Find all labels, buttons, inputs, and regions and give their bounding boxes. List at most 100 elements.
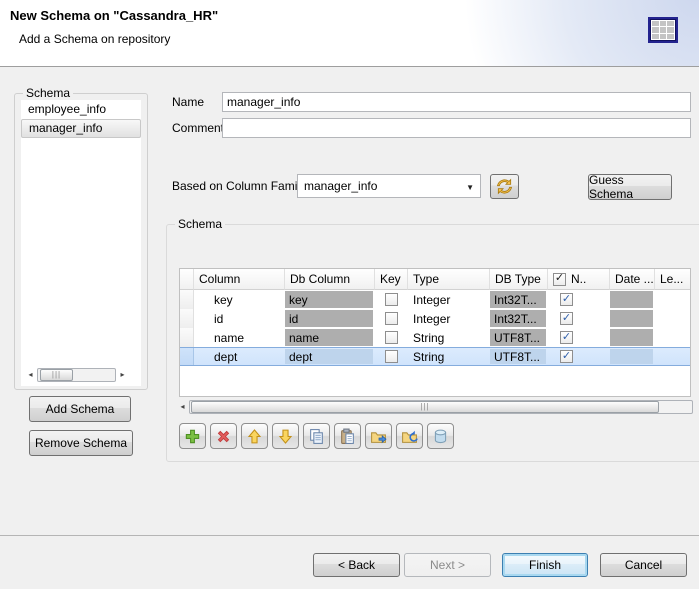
cancel-button[interactable]: Cancel [600,553,687,577]
row-header-cell[interactable] [180,309,194,328]
comment-label: Comment [172,118,224,138]
type-cell[interactable]: String [408,348,490,365]
table-row[interactable]: namename StringUTF8T... [180,328,690,347]
refresh-column-families-button[interactable] [490,174,519,199]
nullable-cell[interactable] [548,348,610,365]
nullable-checkbox[interactable] [560,350,573,363]
row-header-cell[interactable] [180,348,194,365]
length-cell[interactable] [655,348,691,365]
wizard-header: New Schema on "Cassandra_HR" Add a Schem… [0,0,699,67]
column-name-cell[interactable]: name [194,328,285,347]
db-type-cell[interactable]: UTF8T... [490,348,548,365]
nullable-checkbox[interactable] [560,331,573,344]
column-header-label: N.. [571,272,586,286]
db-type-cell[interactable]: Int32T... [490,290,548,309]
scroll-thumb[interactable]: ||| [191,401,659,413]
column-name-cell[interactable]: id [194,309,285,328]
next-button: Next > [404,553,491,577]
table-hscrollbar[interactable]: ◂ ||| [176,399,693,414]
add-column-button[interactable] [179,423,206,449]
add-schema-button[interactable]: Add Schema [29,396,131,422]
finish-button[interactable]: Finish [502,553,588,577]
column-header[interactable]: Date ... [610,269,655,290]
remove-column-icon [215,428,232,445]
key-cell[interactable] [375,309,408,328]
db-column-cell[interactable]: name [285,328,375,347]
column-header-label: DB Type [495,272,541,286]
db-column-cell[interactable]: id [285,309,375,328]
type-cell[interactable]: Integer [408,309,490,328]
schema-list-hscrollbar[interactable]: ◂ ||| ▸ [24,367,129,382]
nullable-checkbox[interactable] [560,293,573,306]
schema-list-item[interactable]: employee_info [21,100,141,119]
paste-button[interactable] [334,423,361,449]
length-cell[interactable] [655,290,691,309]
column-header[interactable]: Type [408,269,490,290]
date-pattern-cell[interactable] [610,290,655,309]
date-pattern-cell[interactable] [610,309,655,328]
import-schema-button[interactable] [396,423,423,449]
remove-schema-button[interactable]: Remove Schema [29,430,133,456]
column-family-select[interactable]: manager_info ▼ [297,174,481,198]
nullable-cell[interactable] [548,290,610,309]
type-cell[interactable]: Integer [408,290,490,309]
key-checkbox[interactable] [385,293,398,306]
select-all-nullable-checkbox[interactable] [553,273,566,286]
comment-field[interactable] [222,118,691,138]
nullable-cell[interactable] [548,309,610,328]
name-field[interactable] [222,92,691,112]
column-family-value: manager_info [304,179,377,193]
nullable-cell[interactable] [548,328,610,347]
db-column-cell[interactable]: dept [285,348,375,365]
page-subtitle: Add a Schema on repository [19,32,170,46]
key-checkbox[interactable] [385,312,398,325]
column-header[interactable]: Db Column [285,269,375,290]
name-label: Name [172,92,204,112]
copy-button[interactable] [303,423,330,449]
type-cell[interactable]: String [408,328,490,347]
row-header-cell[interactable] [180,328,194,347]
db-column-cell[interactable]: key [285,290,375,309]
back-button[interactable]: < Back [313,553,400,577]
scroll-left-icon[interactable]: ◂ [176,399,189,414]
scroll-right-icon[interactable]: ▸ [116,367,129,382]
scroll-track[interactable]: ||| [189,400,693,414]
key-cell[interactable] [375,348,408,365]
move-down-button[interactable] [272,423,299,449]
scroll-track[interactable]: ||| [37,368,116,382]
db-type-cell[interactable]: UTF8T... [490,328,548,347]
guess-schema-button[interactable]: Guess Schema [588,174,672,200]
table-row[interactable]: deptdept StringUTF8T... [180,347,690,366]
column-name-cell[interactable]: dept [194,348,285,365]
remove-column-button[interactable] [210,423,237,449]
length-cell[interactable] [655,328,691,347]
column-header[interactable]: Column [194,269,285,290]
row-header-cell[interactable] [180,290,194,309]
key-cell[interactable] [375,328,408,347]
length-cell[interactable] [655,309,691,328]
retrieve-schema-button[interactable] [427,423,454,449]
column-header[interactable]: N.. [548,269,610,290]
footer-separator [0,535,699,536]
export-schema-button[interactable] [365,423,392,449]
table-row[interactable]: keykey IntegerInt32T... [180,290,690,309]
table-row[interactable]: idid IntegerInt32T... [180,309,690,328]
key-checkbox[interactable] [385,331,398,344]
column-header[interactable] [180,269,194,290]
db-type-cell[interactable]: Int32T... [490,309,548,328]
schema-list-item[interactable]: manager_info [21,119,141,138]
column-header-label: Db Column [290,272,350,286]
column-header[interactable]: Le... [655,269,691,290]
move-up-button[interactable] [241,423,268,449]
date-pattern-cell[interactable] [610,348,655,365]
column-name-cell[interactable]: key [194,290,285,309]
date-pattern-cell[interactable] [610,328,655,347]
key-checkbox[interactable] [385,350,398,363]
scroll-left-icon[interactable]: ◂ [24,367,37,382]
column-header[interactable]: Key [375,269,408,290]
nullable-checkbox[interactable] [560,312,573,325]
schema-list-group-label: Schema [23,86,73,100]
scroll-thumb[interactable]: ||| [40,369,73,381]
column-header[interactable]: DB Type [490,269,548,290]
key-cell[interactable] [375,290,408,309]
